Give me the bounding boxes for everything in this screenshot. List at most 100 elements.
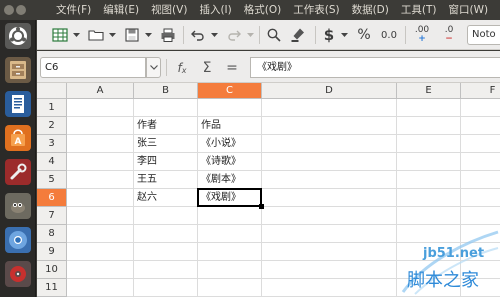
launcher-writer-button[interactable] [5,91,31,117]
cell-d10[interactable] [262,261,397,279]
cell-d6[interactable] [262,189,397,207]
cell-a5[interactable] [67,171,134,189]
column-header-e[interactable]: E [397,83,461,99]
delete-decimal-place-button[interactable]: .0 − [437,24,461,46]
cell-a3[interactable] [67,135,134,153]
minimize-window-button[interactable] [16,5,26,15]
insert-table-button[interactable] [49,24,71,46]
cell-c4[interactable]: 《诗歌》 [198,153,262,171]
menu-tools[interactable]: 工具(T) [395,0,443,20]
cell-f1[interactable] [461,99,500,117]
cell-d1[interactable] [262,99,397,117]
cell-a1[interactable] [67,99,134,117]
menu-view[interactable]: 视图(V) [145,0,193,20]
menu-format[interactable]: 格式(O) [238,0,287,20]
cell-a9[interactable] [67,243,134,261]
cell-c7[interactable] [198,207,262,225]
undo-button[interactable] [187,24,209,46]
close-window-button[interactable] [4,5,14,15]
cell-c8[interactable] [198,225,262,243]
cell-b8[interactable] [134,225,198,243]
cell-e5[interactable] [397,171,461,189]
cell-d2[interactable] [262,117,397,135]
cell-d11[interactable] [262,279,397,297]
row-header-3[interactable]: 3 [37,135,67,153]
cell-d9[interactable] [262,243,397,261]
menu-file[interactable]: 文件(F) [50,0,97,20]
find-replace-button[interactable] [263,24,285,46]
redo-button[interactable] [223,24,245,46]
launcher-media-button[interactable] [5,261,31,287]
cell-a10[interactable] [67,261,134,279]
cell-c10[interactable] [198,261,262,279]
menu-sheet[interactable]: 工作表(S) [287,0,345,20]
cell-e8[interactable] [397,225,461,243]
cell-f6[interactable] [461,189,500,207]
cell-c5[interactable]: 《剧本》 [198,171,262,189]
font-name-combobox[interactable]: Noto [467,25,500,45]
menu-insert[interactable]: 插入(I) [193,0,237,20]
column-header-f[interactable]: F [461,83,500,99]
cell-f11[interactable] [461,279,500,297]
save-button[interactable] [121,24,143,46]
cell-b2[interactable]: 作者 [134,117,198,135]
cell-b6[interactable]: 赵六 [134,189,198,207]
row-header-5[interactable]: 5 [37,171,67,189]
cell-a11[interactable] [67,279,134,297]
cell-d7[interactable] [262,207,397,225]
cell-b5[interactable]: 王五 [134,171,198,189]
cell-b4[interactable]: 李四 [134,153,198,171]
cell-f9[interactable] [461,243,500,261]
cell-d4[interactable] [262,153,397,171]
clone-formatting-button[interactable] [287,24,309,46]
formula-button[interactable]: = [222,57,242,78]
cell-e2[interactable] [397,117,461,135]
open-button[interactable] [85,24,107,46]
column-header-d[interactable]: D [262,83,397,99]
launcher-dash-button[interactable] [5,23,31,49]
menu-edit[interactable]: 编辑(E) [97,0,145,20]
cell-b11[interactable] [134,279,198,297]
cell-f4[interactable] [461,153,500,171]
row-header-4[interactable]: 4 [37,153,67,171]
cell-e10[interactable] [397,261,461,279]
name-box[interactable]: C6 [40,57,146,78]
cell-a7[interactable] [67,207,134,225]
currency-format-button[interactable]: $ [319,24,339,46]
number-format-button[interactable]: 0.0 [377,24,401,46]
row-header-8[interactable]: 8 [37,225,67,243]
row-header-6[interactable]: 6 [37,189,67,207]
cell-a8[interactable] [67,225,134,243]
cell-c1[interactable] [198,99,262,117]
cell-b10[interactable] [134,261,198,279]
row-header-9[interactable]: 9 [37,243,67,261]
row-header-2[interactable]: 2 [37,117,67,135]
undo-dropdown-button[interactable] [209,24,219,46]
open-dropdown-button[interactable] [107,24,117,46]
select-all-corner[interactable] [37,83,67,99]
spreadsheet-grid[interactable]: ABCDEF 1 2 3 4 5 6 7 8 9 10 11 作者 作品 张三 《小说》 李四 《诗歌》 王五《… [37,83,500,297]
cell-e6[interactable] [397,189,461,207]
cell-f2[interactable] [461,117,500,135]
cell-b7[interactable] [134,207,198,225]
function-wizard-button[interactable]: fx [171,57,193,78]
launcher-software-button[interactable]: A [5,125,31,151]
cell-c11[interactable] [198,279,262,297]
cell-e4[interactable] [397,153,461,171]
cell-f3[interactable] [461,135,500,153]
cell-b1[interactable] [134,99,198,117]
cell-f10[interactable] [461,261,500,279]
cell-f8[interactable] [461,225,500,243]
redo-dropdown-button[interactable] [245,24,255,46]
cell-e1[interactable] [397,99,461,117]
row-header-7[interactable]: 7 [37,207,67,225]
row-header-1[interactable]: 1 [37,99,67,117]
launcher-gimp-button[interactable] [5,193,31,219]
cell-b3[interactable]: 张三 [134,135,198,153]
percent-format-button[interactable]: % [353,24,375,46]
cell-c6[interactable]: 《戏剧》 [198,189,262,207]
cell-e11[interactable] [397,279,461,297]
cell-c3[interactable]: 《小说》 [198,135,262,153]
cell-a6[interactable] [67,189,134,207]
cell-d8[interactable] [262,225,397,243]
